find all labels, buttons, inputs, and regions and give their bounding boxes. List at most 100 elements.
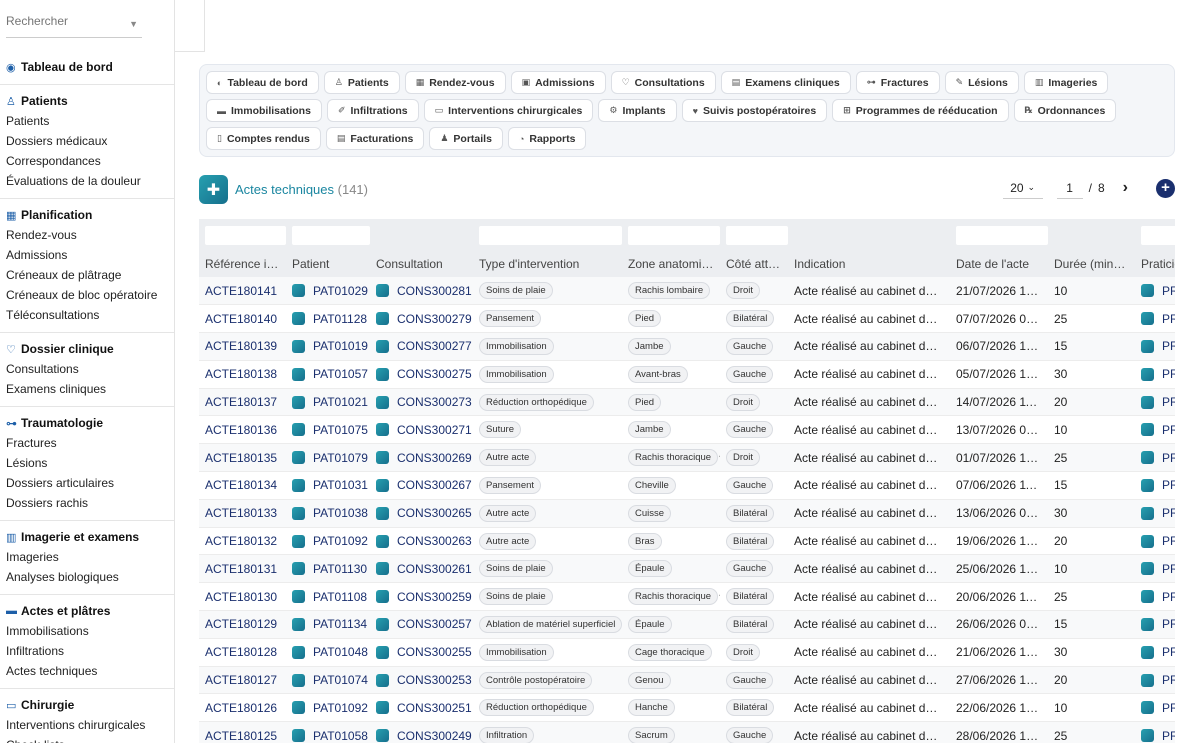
record-link-icon[interactable] xyxy=(1141,312,1154,326)
sidebar-item[interactable]: Évaluations de la douleur xyxy=(6,171,168,191)
column-filter-input[interactable] xyxy=(726,226,788,245)
record-link-text[interactable]: PR xyxy=(1162,701,1175,715)
table-row[interactable]: ACTE180130 PAT01108 CONS300259 Soins de pla… xyxy=(199,582,1175,612)
record-link-text[interactable]: PAT01021 xyxy=(313,395,368,409)
record-link-icon[interactable] xyxy=(1141,506,1154,520)
record-link-icon[interactable] xyxy=(376,423,389,437)
record-link-text[interactable]: PAT01058 xyxy=(313,729,368,743)
table-row[interactable]: ACTE180132 PAT01092 CONS300263 Autre acte Br… xyxy=(199,527,1175,556)
record-link[interactable]: PAT01057 xyxy=(292,367,368,381)
record-link[interactable]: CONS300275 xyxy=(376,367,472,381)
record-link-text[interactable]: PR xyxy=(1162,423,1175,437)
record-link[interactable]: PR xyxy=(1141,367,1175,381)
record-link[interactable]: CONS300267 xyxy=(376,478,472,492)
record-link-icon[interactable] xyxy=(292,423,305,437)
record-link[interactable]: PR xyxy=(1141,617,1175,631)
record-link[interactable]: PR xyxy=(1141,312,1175,326)
page-size-select[interactable]: 20 ⌄ xyxy=(1002,177,1043,199)
sidebar-item[interactable]: Créneaux de bloc opératoire xyxy=(6,285,168,305)
record-link-icon[interactable] xyxy=(376,645,389,659)
record-link[interactable]: PR xyxy=(1141,506,1175,520)
shortcut-chip[interactable]: ▬ Immobilisations xyxy=(206,99,322,122)
record-link-icon[interactable] xyxy=(376,506,389,520)
record-link-text[interactable]: PR xyxy=(1162,562,1175,576)
table-row[interactable]: ACTE180129 PAT01134 CONS300257 Ablation de … xyxy=(199,610,1175,639)
record-link-text[interactable]: PR xyxy=(1162,395,1175,409)
record-link[interactable]: PAT01075 xyxy=(292,423,368,437)
record-link-icon[interactable] xyxy=(1141,701,1154,715)
shortcut-chip[interactable]: ✎ Lésions xyxy=(944,71,1019,94)
record-link-text[interactable]: PAT01057 xyxy=(313,367,368,381)
record-link-icon[interactable] xyxy=(1141,423,1154,437)
record-link-icon[interactable] xyxy=(1141,729,1154,743)
column-filter-input[interactable] xyxy=(1141,226,1175,245)
shortcut-chip[interactable]: ▤ Facturations xyxy=(325,127,425,150)
record-link[interactable]: CONS300255 xyxy=(376,645,472,659)
table-row[interactable]: ACTE180136 PAT01075 CONS300271 Suture Jambe G… xyxy=(199,415,1175,445)
column-filter-input[interactable] xyxy=(205,226,286,245)
record-link[interactable]: PR xyxy=(1141,673,1175,687)
table-row[interactable]: ACTE180135 PAT01079 CONS300269 Autre acte Ra… xyxy=(199,443,1175,473)
sidebar-item[interactable]: Infiltrations xyxy=(6,641,168,661)
shortcut-chip[interactable]: ▯ Comptes rendus xyxy=(206,127,321,150)
record-link-text[interactable]: PR xyxy=(1162,367,1175,381)
record-link[interactable]: PR xyxy=(1141,590,1175,604)
record-link-icon[interactable] xyxy=(292,590,305,604)
record-link[interactable]: PR xyxy=(1141,534,1175,548)
record-link-icon[interactable] xyxy=(376,312,389,326)
record-link-text[interactable]: PAT01108 xyxy=(313,590,367,604)
record-link[interactable]: CONS300277 xyxy=(376,339,472,353)
sidebar-group-header[interactable]: ▭ Chirurgie xyxy=(6,695,168,715)
table-row[interactable]: ACTE180137 PAT01021 CONS300273 Réduction or… xyxy=(199,388,1175,417)
table-row[interactable]: ACTE180125 PAT01058 CONS300249 Infiltration… xyxy=(199,721,1175,743)
table-row[interactable]: ACTE180131 PAT01130 CONS300261 Soins de pla… xyxy=(199,554,1175,584)
sidebar-item[interactable]: Check-lists xyxy=(6,735,168,743)
record-link[interactable]: PR xyxy=(1141,701,1175,715)
sidebar-group-header[interactable]: ◉ Tableau de bord xyxy=(6,57,168,77)
record-link[interactable]: PR xyxy=(1141,339,1175,353)
record-link-text[interactable]: PR xyxy=(1162,590,1175,604)
record-link-text[interactable]: PAT01079 xyxy=(313,451,368,465)
search-box[interactable]: ▼ xyxy=(6,14,142,38)
record-link-icon[interactable] xyxy=(292,506,305,520)
record-link[interactable]: CONS300269 xyxy=(376,451,472,465)
record-link[interactable]: PR xyxy=(1141,729,1175,743)
sidebar-item[interactable]: Admissions xyxy=(6,245,168,265)
column-header[interactable]: Praticien xyxy=(1135,251,1175,277)
record-link-icon[interactable] xyxy=(1141,395,1154,409)
table-row[interactable]: ACTE180128 PAT01048 CONS300255 Immobilisati… xyxy=(199,638,1175,667)
record-link-icon[interactable] xyxy=(292,562,305,576)
record-link-text[interactable]: PR xyxy=(1162,339,1175,353)
record-link-text[interactable]: CONS300279 xyxy=(397,312,472,326)
shortcut-chip[interactable]: ♡ Consultations xyxy=(610,71,716,94)
record-link-icon[interactable] xyxy=(376,673,389,687)
sidebar-item[interactable]: Lésions xyxy=(6,453,168,473)
sidebar-item[interactable]: Consultations xyxy=(6,359,168,379)
record-link[interactable]: PAT01092 xyxy=(292,534,368,548)
table-row[interactable]: ACTE180133 PAT01038 CONS300265 Autre acte Cu… xyxy=(199,499,1175,528)
shortcut-chip[interactable]: ▣ Admissions xyxy=(510,71,606,94)
record-link-icon[interactable] xyxy=(376,729,389,743)
sidebar-item[interactable]: Immobilisations xyxy=(6,621,168,641)
record-link-text[interactable]: CONS300263 xyxy=(397,534,472,548)
record-link-text[interactable]: PAT01048 xyxy=(313,645,368,659)
record-link-text[interactable]: PR xyxy=(1162,645,1175,659)
record-link-icon[interactable] xyxy=(292,395,305,409)
sidebar-group-header[interactable]: ▦ Planification xyxy=(6,205,168,225)
shortcut-chip[interactable]: ⊶ Fractures xyxy=(855,71,940,94)
record-link-icon[interactable] xyxy=(1141,451,1154,465)
record-link[interactable]: PR xyxy=(1141,562,1175,576)
shortcut-chip[interactable]: ⊞ Programmes de rééducation xyxy=(832,99,1009,122)
record-link[interactable]: CONS300249 xyxy=(376,729,472,743)
sidebar-item[interactable]: Imageries xyxy=(6,547,168,567)
sidebar-item[interactable]: Patients xyxy=(6,111,168,131)
column-filter-input[interactable] xyxy=(479,226,622,245)
record-link-icon[interactable] xyxy=(1141,590,1154,604)
column-header[interactable]: Zone anatomique xyxy=(622,251,720,277)
record-link-icon[interactable] xyxy=(292,339,305,353)
record-link-text[interactable]: CONS300259 xyxy=(397,590,472,604)
record-link-text[interactable]: CONS300251 xyxy=(397,701,472,715)
record-link[interactable]: PAT01128 xyxy=(292,312,367,326)
record-link-text[interactable]: PAT01092 xyxy=(313,701,368,715)
sidebar-item[interactable]: Actes techniques xyxy=(6,661,168,681)
